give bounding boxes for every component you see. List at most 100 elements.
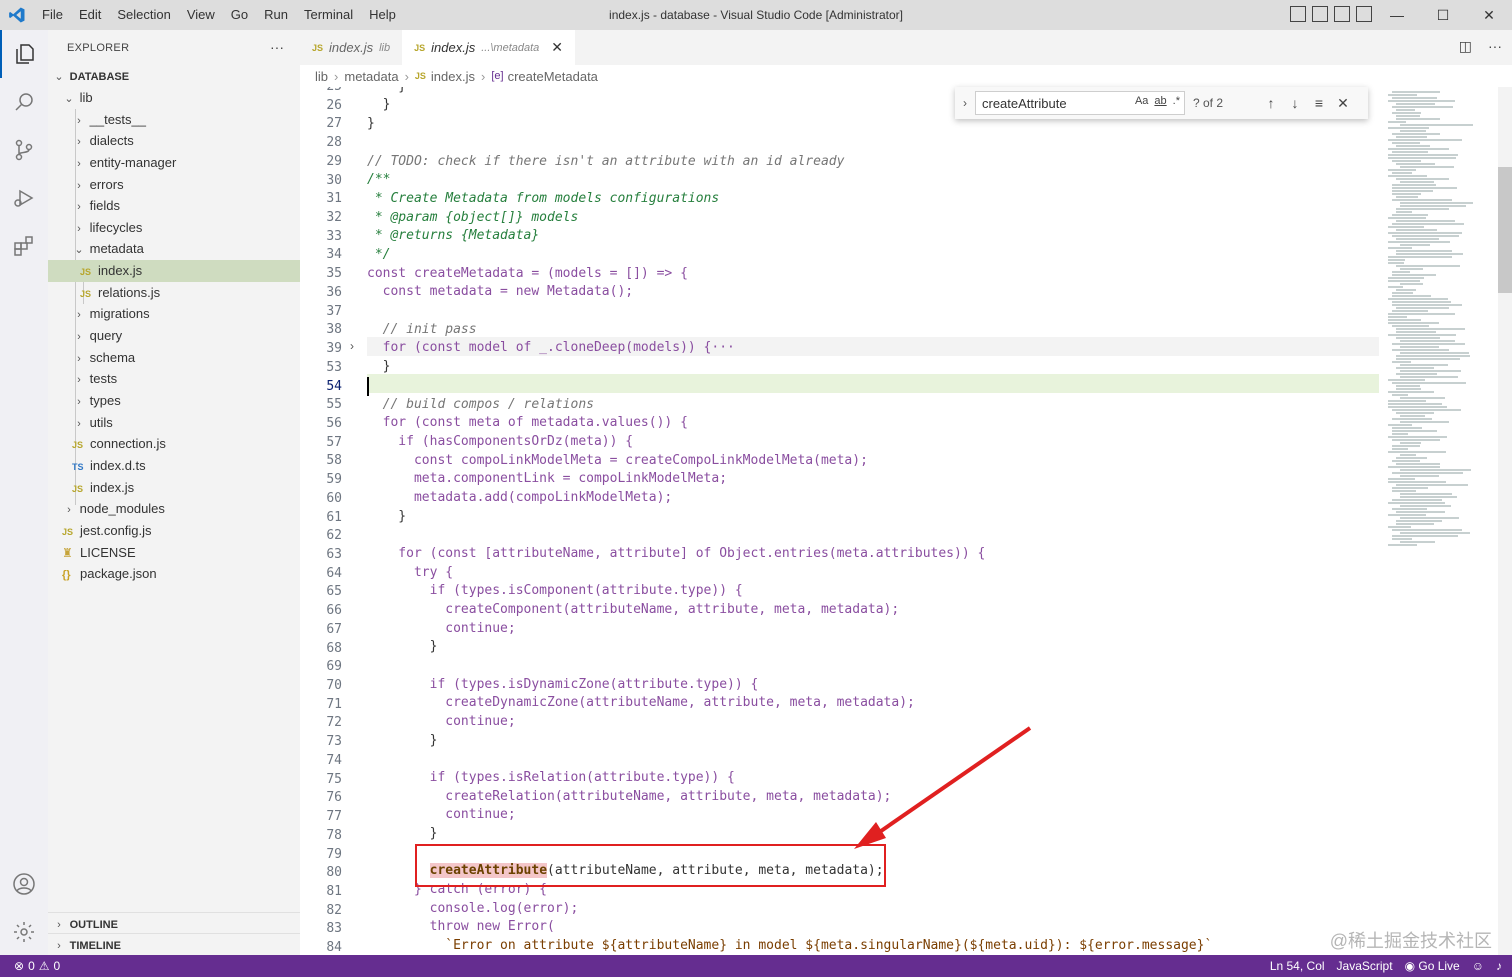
breadcrumb-item[interactable]: metadata — [344, 69, 398, 84]
maximize-button[interactable]: ☐ — [1420, 0, 1466, 30]
run-debug-icon[interactable] — [0, 174, 48, 222]
minimize-button[interactable]: — — [1374, 0, 1420, 30]
tree-folder-utils[interactable]: › utils — [48, 412, 300, 434]
tree-file-index-js-selected[interactable]: JS index.js — [48, 260, 300, 282]
line-number: 65 — [326, 584, 342, 600]
tab-label: index.js — [329, 40, 374, 55]
tree-file-connection-js[interactable]: JS connection.js — [48, 433, 300, 455]
extensions-icon[interactable] — [0, 222, 48, 270]
close-tab-icon[interactable]: ✕ — [551, 39, 563, 56]
minimap-line — [1388, 400, 1426, 402]
cursor-position[interactable]: Ln 54, Col — [1270, 959, 1325, 973]
tree-folder-errors[interactable]: › errors — [48, 174, 300, 196]
minimap-line — [1388, 157, 1456, 159]
minimap-line — [1388, 298, 1448, 300]
tree-file-index-d-ts[interactable]: TS index.d.ts — [48, 455, 300, 477]
tab-index-js-metadata[interactable]: JS index.js ...\metadata ✕ — [402, 30, 576, 65]
minimap-line — [1388, 451, 1446, 453]
tree-folder-node-modules[interactable]: › node_modules — [48, 498, 300, 520]
menu-bar: File Edit Selection View Go Run Terminal… — [34, 0, 404, 30]
menu-view[interactable]: View — [179, 0, 223, 30]
line-number: 32 — [326, 210, 342, 226]
line-number: 35 — [326, 266, 342, 282]
tree-file-package-json[interactable]: {} package.json — [48, 563, 300, 585]
workspace-root[interactable]: ⌄ DATABASE — [48, 65, 300, 87]
more-actions-icon[interactable]: ··· — [1488, 38, 1502, 55]
tree-folder-types[interactable]: › types — [48, 390, 300, 412]
tree-folder-lifecycles[interactable]: › lifecycles — [48, 217, 300, 239]
source-control-icon[interactable] — [0, 126, 48, 174]
menu-go[interactable]: Go — [223, 0, 256, 30]
tab-index-js-lib[interactable]: JS index.js lib — [300, 30, 402, 65]
minimap[interactable] — [1380, 87, 1498, 955]
manage-gear-icon[interactable] — [0, 908, 48, 956]
close-find-icon[interactable]: ✕ — [1331, 95, 1355, 112]
close-window-button[interactable]: ✕ — [1466, 0, 1512, 30]
split-editor-icon[interactable]: ◫ — [1459, 38, 1472, 55]
problems-indicator[interactable]: ⊗ 0 ⚠ 0 — [0, 959, 60, 973]
minimap-line — [1392, 349, 1449, 351]
chevron-right-icon: › — [77, 115, 81, 127]
find-input[interactable]: createAttribute Aa ab .* — [975, 91, 1185, 115]
more-actions-icon[interactable]: ··· — [270, 39, 284, 55]
menu-terminal[interactable]: Terminal — [296, 0, 361, 30]
toggle-secondary-sidebar-icon[interactable] — [1334, 6, 1350, 22]
toggle-panel-icon[interactable] — [1312, 6, 1328, 22]
outline-section[interactable]: › OUTLINE — [48, 912, 300, 934]
code-line: const compoLinkModelMeta = createCompoLi… — [367, 453, 868, 468]
match-case-toggle[interactable]: Aa — [1135, 95, 1148, 107]
whole-word-toggle[interactable]: ab — [1154, 95, 1166, 107]
menu-help[interactable]: Help — [361, 0, 404, 30]
tree-folder-metadata[interactable]: ⌄ metadata — [48, 238, 300, 260]
breadcrumb-item[interactable]: createMetadata — [508, 69, 598, 84]
menu-file[interactable]: File — [34, 0, 71, 30]
previous-match-icon[interactable]: ↑ — [1259, 95, 1283, 111]
code-line-cursor — [367, 377, 369, 396]
next-match-icon[interactable]: ↓ — [1283, 95, 1307, 111]
minimap-line — [1388, 526, 1411, 528]
menu-edit[interactable]: Edit — [71, 0, 109, 30]
fold-expand-icon[interactable]: › — [350, 339, 354, 353]
accounts-icon[interactable] — [0, 860, 48, 908]
tree-folder-schema[interactable]: › schema — [48, 347, 300, 369]
tree-folder-entity-manager[interactable]: › entity-manager — [48, 152, 300, 174]
tree-file-license[interactable]: ♜ LICENSE — [48, 542, 300, 564]
breadcrumb-item[interactable]: lib — [315, 69, 328, 84]
minimap-line — [1392, 490, 1416, 492]
menu-run[interactable]: Run — [256, 0, 296, 30]
regex-toggle[interactable]: .* — [1173, 95, 1180, 107]
toggle-replace-icon[interactable]: › — [955, 96, 975, 110]
tree-folder-fields[interactable]: › fields — [48, 195, 300, 217]
minimap-line — [1388, 280, 1420, 282]
line-number: 75 — [326, 771, 342, 787]
code-line: * @param {object[]} models — [367, 210, 579, 225]
language-mode[interactable]: JavaScript — [1337, 959, 1393, 973]
tree-folder-migrations[interactable]: › migrations — [48, 303, 300, 325]
tree-folder-dialects[interactable]: › dialects — [48, 130, 300, 152]
tree-folder-tests-2[interactable]: › tests — [48, 368, 300, 390]
customize-layout-icon[interactable] — [1356, 6, 1372, 22]
timeline-section[interactable]: › TIMELINE — [48, 933, 300, 955]
toggle-primary-sidebar-icon[interactable] — [1290, 6, 1306, 22]
go-live-button[interactable]: ◉ Go Live — [1405, 959, 1460, 973]
minimap-line — [1396, 511, 1445, 513]
code-line: continue; — [367, 621, 516, 636]
search-icon[interactable] — [0, 78, 48, 126]
minimap-line — [1392, 133, 1440, 135]
minimap-line — [1392, 439, 1440, 441]
tree-file-jest-config[interactable]: JS jest.config.js — [48, 520, 300, 542]
tree-folder-tests[interactable]: › __tests__ — [48, 109, 300, 131]
feedback-icon[interactable]: ☺ — [1472, 959, 1484, 973]
chevron-right-icon: › — [57, 940, 61, 952]
vertical-scrollbar[interactable] — [1498, 87, 1512, 955]
breadcrumb-item[interactable]: index.js — [431, 69, 475, 84]
scrollbar-thumb[interactable] — [1498, 167, 1512, 293]
tree-file-lib-index-js[interactable]: JS index.js — [48, 477, 300, 499]
menu-selection[interactable]: Selection — [109, 0, 178, 30]
tree-folder-lib[interactable]: ⌄ lib — [48, 87, 300, 109]
find-in-selection-icon[interactable]: ≡ — [1307, 95, 1331, 111]
tree-file-relations-js[interactable]: JS relations.js — [48, 282, 300, 304]
notifications-bell-icon[interactable]: ♪ — [1496, 959, 1502, 973]
tree-folder-query[interactable]: › query — [48, 325, 300, 347]
explorer-icon[interactable] — [0, 30, 48, 78]
